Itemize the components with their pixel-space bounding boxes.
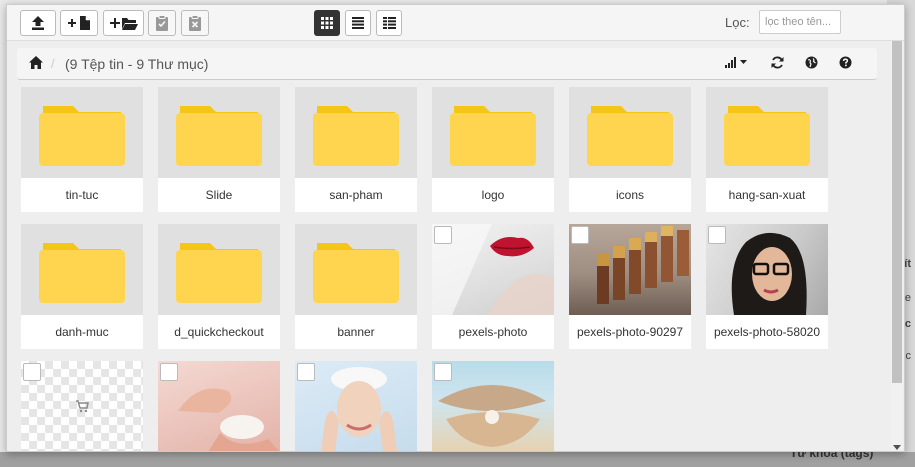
face-wash-thumbnail bbox=[295, 361, 417, 451]
folder-icon bbox=[176, 243, 262, 303]
view-list-button[interactable] bbox=[345, 10, 371, 36]
filter-label: Lọc: bbox=[725, 15, 750, 30]
filter-input[interactable] bbox=[759, 10, 841, 34]
item-name: pexels-photo-58020 bbox=[713, 325, 821, 339]
clipboard-check-icon bbox=[156, 15, 168, 31]
image-item[interactable]: pexels-photo-58020 bbox=[706, 224, 828, 349]
folder-item[interactable]: icons bbox=[569, 87, 691, 212]
language-icon[interactable] bbox=[805, 56, 818, 69]
folder-icon bbox=[724, 106, 810, 166]
folder-icon bbox=[313, 243, 399, 303]
item-name: Slide bbox=[205, 188, 233, 202]
breadcrumb-summary: (9 Tệp tin - 9 Thư mục) bbox=[65, 56, 209, 72]
cream-hands-thumbnail bbox=[158, 361, 280, 451]
item-name: logo bbox=[481, 188, 505, 202]
folder-thumbnail bbox=[295, 224, 417, 315]
new-file-icon bbox=[68, 16, 90, 30]
home-icon[interactable] bbox=[29, 56, 43, 72]
item-name: san-pham bbox=[329, 188, 383, 202]
item-name: tin-tuc bbox=[65, 188, 99, 202]
folder-item[interactable]: hang-san-xuat bbox=[706, 87, 828, 212]
folder-thumbnail bbox=[706, 87, 828, 178]
folder-icon bbox=[39, 243, 125, 303]
folder-item[interactable]: danh-muc bbox=[21, 224, 143, 349]
folder-thumbnail bbox=[158, 87, 280, 178]
background-bottom: Từ khóa (tags) bbox=[0, 446, 915, 467]
folder-icon bbox=[450, 106, 536, 166]
scroll-down-arrow[interactable] bbox=[893, 445, 901, 450]
image-item[interactable]: pexels-photo-90297 bbox=[569, 224, 691, 349]
pearl-shell-thumbnail bbox=[432, 361, 554, 451]
item-name: banner bbox=[337, 325, 375, 339]
sort-icon[interactable] bbox=[725, 56, 749, 68]
scrollbar[interactable] bbox=[891, 41, 903, 451]
folder-icon bbox=[587, 106, 673, 166]
folder-item[interactable]: logo bbox=[432, 87, 554, 212]
select-checkbox[interactable] bbox=[160, 363, 178, 381]
folder-thumbnail bbox=[569, 87, 691, 178]
folder-item[interactable]: tin-tuc bbox=[21, 87, 143, 212]
folder-thumbnail bbox=[432, 87, 554, 178]
item-name: danh-muc bbox=[55, 325, 109, 339]
image-item[interactable] bbox=[432, 361, 554, 451]
new-folder-button[interactable] bbox=[103, 10, 144, 36]
select-checkbox[interactable] bbox=[571, 226, 589, 244]
scroll-thumb[interactable] bbox=[892, 41, 902, 383]
folder-item[interactable]: d_quickcheckout bbox=[158, 224, 280, 349]
file-manager-modal: Lọc: / (9 Tệp tin - 9 Thư mục) bbox=[6, 4, 905, 452]
select-checkbox[interactable] bbox=[708, 226, 726, 244]
refresh-icon[interactable] bbox=[771, 56, 784, 69]
background-text: ít bbox=[904, 258, 911, 270]
folder-thumbnail bbox=[158, 224, 280, 315]
upload-button[interactable] bbox=[20, 10, 56, 36]
select-checkbox[interactable] bbox=[297, 363, 315, 381]
toolbar: Lọc: bbox=[7, 5, 904, 41]
folder-thumbnail bbox=[21, 224, 143, 315]
paste-button[interactable] bbox=[148, 10, 176, 36]
content-area: / (9 Tệp tin - 9 Thư mục) tin-tuc Slide … bbox=[7, 41, 904, 451]
breadcrumb: / (9 Tệp tin - 9 Thư mục) bbox=[17, 48, 877, 80]
select-checkbox[interactable] bbox=[23, 363, 41, 381]
image-item[interactable] bbox=[295, 361, 417, 451]
woman-glasses-thumbnail bbox=[706, 224, 828, 315]
item-name: icons bbox=[615, 188, 644, 202]
list-icon bbox=[352, 17, 364, 29]
clear-clipboard-button[interactable] bbox=[181, 10, 209, 36]
grid-icon bbox=[321, 17, 333, 29]
select-checkbox[interactable] bbox=[434, 363, 452, 381]
lipsticks-thumbnail bbox=[569, 224, 691, 315]
breadcrumb-separator: / bbox=[51, 56, 55, 71]
new-file-button[interactable] bbox=[60, 10, 98, 36]
item-name: hang-san-xuat bbox=[728, 188, 806, 202]
lips-thumbnail bbox=[432, 224, 554, 315]
image-item[interactable]: pexels-photo bbox=[432, 224, 554, 349]
image-item[interactable] bbox=[158, 361, 280, 451]
upload-icon bbox=[32, 16, 44, 30]
folder-icon bbox=[176, 106, 262, 166]
folder-icon bbox=[39, 106, 125, 166]
new-folder-icon bbox=[109, 18, 138, 30]
transparent-thumbnail bbox=[21, 361, 143, 451]
cart-icon bbox=[76, 400, 89, 413]
folder-item[interactable]: banner bbox=[295, 224, 417, 349]
item-name: pexels-photo bbox=[458, 325, 528, 339]
folder-item[interactable]: Slide bbox=[158, 87, 280, 212]
image-item[interactable] bbox=[21, 361, 143, 451]
help-icon[interactable] bbox=[839, 56, 852, 69]
view-columns-button[interactable] bbox=[376, 10, 402, 36]
select-checkbox[interactable] bbox=[434, 226, 452, 244]
folder-icon bbox=[313, 106, 399, 166]
folder-thumbnail bbox=[295, 87, 417, 178]
folder-thumbnail bbox=[21, 87, 143, 178]
columns-icon bbox=[382, 17, 396, 29]
item-name: d_quickcheckout bbox=[174, 325, 264, 339]
view-grid-button[interactable] bbox=[314, 10, 340, 36]
folder-item[interactable]: san-pham bbox=[295, 87, 417, 212]
clipboard-x-icon bbox=[189, 15, 201, 31]
item-name: pexels-photo-90297 bbox=[576, 325, 684, 339]
